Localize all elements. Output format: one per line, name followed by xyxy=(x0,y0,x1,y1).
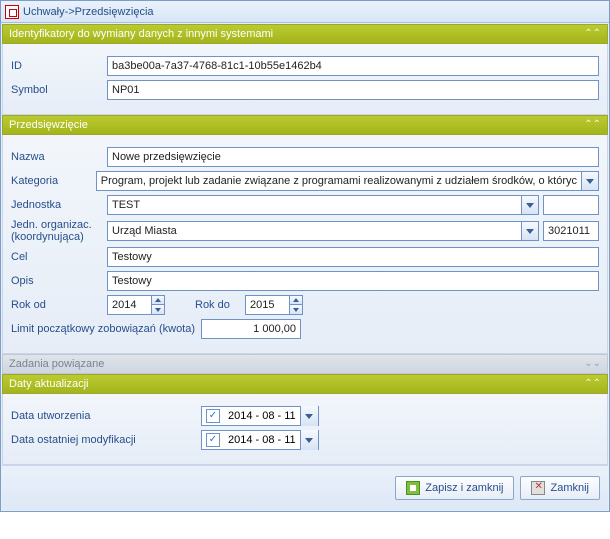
label-data-modyfikacji: Data ostatniej modyfikacji xyxy=(11,434,201,446)
chevron-down-icon xyxy=(586,179,594,184)
close-icon xyxy=(531,481,545,495)
date-modyfikacji[interactable]: 2014 - 08 - 11 xyxy=(201,430,319,450)
label-rok-do: Rok do xyxy=(195,299,245,311)
label-opis: Opis xyxy=(11,275,107,287)
label-jedn-org-l1: Jedn. organizac. xyxy=(11,219,107,231)
section-header-daty[interactable]: Daty aktualizacji ⌃⌃ xyxy=(2,374,608,394)
chevron-up-icon xyxy=(155,298,161,302)
app-icon xyxy=(5,5,19,19)
section-body-daty: Data utworzenia 2014 - 08 - 11 Data osta… xyxy=(2,394,608,465)
label-jednostka: Jednostka xyxy=(11,199,107,211)
checkbox-date-utworzenia[interactable] xyxy=(206,409,220,423)
input-jednostka-extra[interactable] xyxy=(543,195,599,215)
save-and-close-button[interactable]: Zapisz i zamknij xyxy=(395,476,514,500)
section-title-identifiers: Identyfikatory do wymiany danych z innym… xyxy=(9,24,273,44)
rok-od-up-button[interactable] xyxy=(151,295,165,305)
date-utworzenia-value[interactable]: 2014 - 08 - 11 xyxy=(224,410,300,422)
spinner-rok-od[interactable]: 2014 xyxy=(107,295,165,315)
chevron-down-icon xyxy=(305,414,313,419)
titlebar[interactable]: Uchwały->Przedsięwzięcia xyxy=(1,1,609,23)
chevron-down-icon xyxy=(305,438,313,443)
input-jedn-org-code[interactable]: 3021011 xyxy=(543,221,599,241)
label-id: ID xyxy=(11,60,107,72)
label-jedn-org-l2: (koordynująca) xyxy=(11,231,107,243)
content: Identyfikatory do wymiany danych z innym… xyxy=(1,23,609,511)
combo-jedn-org-value[interactable]: Urząd Miasta xyxy=(107,221,521,241)
close-label: Zamknij xyxy=(550,482,589,494)
input-cel[interactable]: Testowy xyxy=(107,247,599,267)
label-data-utworzenia: Data utworzenia xyxy=(11,410,201,422)
input-opis[interactable]: Testowy xyxy=(107,271,599,291)
combo-jedn-org[interactable]: Urząd Miasta xyxy=(107,221,539,241)
input-id[interactable]: ba3be00a-7a37-4768-81c1-10b55e1462b4 xyxy=(107,56,599,76)
input-nazwa[interactable]: Nowe przedsięwzięcie xyxy=(107,147,599,167)
section-header-zadania[interactable]: Zadania powiązane ⌄⌄ xyxy=(2,354,608,374)
window: Uchwały->Przedsięwzięcia Identyfikatory … xyxy=(0,0,610,512)
collapse-icon: ⌃⌃ xyxy=(584,24,601,44)
section-title-daty: Daty aktualizacji xyxy=(9,374,88,394)
chevron-down-icon xyxy=(526,203,534,208)
date-utworzenia[interactable]: 2014 - 08 - 11 xyxy=(201,406,319,426)
combo-jednostka-button[interactable] xyxy=(521,195,539,215)
save-and-close-label: Zapisz i zamknij xyxy=(425,482,503,494)
label-cel: Cel xyxy=(11,251,107,263)
collapse-icon: ⌃⌃ xyxy=(584,115,601,135)
combo-kategoria-value[interactable]: Program, projekt lub zadanie związane z … xyxy=(96,171,581,191)
label-symbol: Symbol xyxy=(11,84,107,96)
section-body-identifiers: ID ba3be00a-7a37-4768-81c1-10b55e1462b4 … xyxy=(2,44,608,115)
expand-icon: ⌄⌄ xyxy=(584,354,601,374)
collapse-icon: ⌃⌃ xyxy=(584,374,601,394)
label-kategoria: Kategoria xyxy=(11,175,96,187)
input-rok-do[interactable]: 2015 xyxy=(245,295,289,315)
combo-kategoria-button[interactable] xyxy=(581,171,599,191)
section-title-zadania: Zadania powiązane xyxy=(9,354,104,374)
spinner-rok-do[interactable]: 2015 xyxy=(245,295,303,315)
combo-kategoria[interactable]: Program, projekt lub zadanie związane z … xyxy=(96,171,599,191)
date-utworzenia-button[interactable] xyxy=(300,406,318,426)
chevron-down-icon xyxy=(155,308,161,312)
chevron-down-icon xyxy=(526,229,534,234)
input-rok-od[interactable]: 2014 xyxy=(107,295,151,315)
combo-jedn-org-button[interactable] xyxy=(521,221,539,241)
date-modyfikacji-button[interactable] xyxy=(300,430,318,450)
input-limit[interactable]: 1 000,00 xyxy=(201,319,301,339)
label-limit: Limit początkowy zobowiązań (kwota) xyxy=(11,323,201,335)
footer: Zapisz i zamknij Zamknij xyxy=(2,465,608,510)
save-icon xyxy=(406,481,420,495)
input-symbol[interactable]: NP01 xyxy=(107,80,599,100)
section-body-przedsiewziecie: Nazwa Nowe przedsięwzięcie Kategoria Pro… xyxy=(2,135,608,354)
date-modyfikacji-value[interactable]: 2014 - 08 - 11 xyxy=(224,434,300,446)
label-jedn-org: Jedn. organizac. (koordynująca) xyxy=(11,219,107,243)
combo-jednostka-value[interactable]: TEST xyxy=(107,195,521,215)
chevron-up-icon xyxy=(293,298,299,302)
rok-do-down-button[interactable] xyxy=(289,305,303,315)
combo-jednostka[interactable]: TEST xyxy=(107,195,539,215)
checkbox-date-modyfikacji[interactable] xyxy=(206,433,220,447)
close-button[interactable]: Zamknij xyxy=(520,476,600,500)
window-title: Uchwały->Przedsięwzięcia xyxy=(23,1,154,23)
section-title-przedsiewziecie: Przedsięwzięcie xyxy=(9,115,88,135)
rok-od-down-button[interactable] xyxy=(151,305,165,315)
label-nazwa: Nazwa xyxy=(11,151,107,163)
chevron-down-icon xyxy=(293,308,299,312)
section-header-przedsiewziecie[interactable]: Przedsięwzięcie ⌃⌃ xyxy=(2,115,608,135)
section-header-identifiers[interactable]: Identyfikatory do wymiany danych z innym… xyxy=(2,24,608,44)
rok-do-up-button[interactable] xyxy=(289,295,303,305)
label-rok-od: Rok od xyxy=(11,299,107,311)
